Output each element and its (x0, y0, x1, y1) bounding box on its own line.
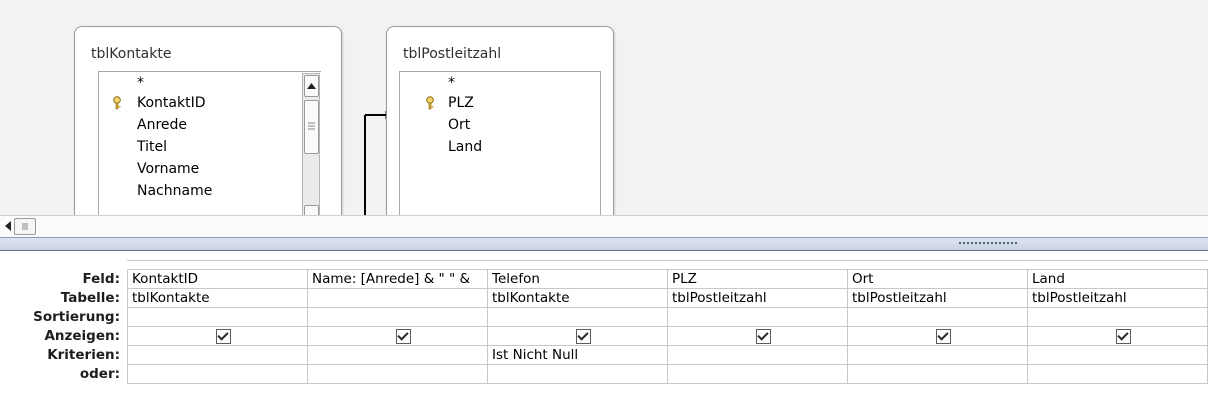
table-row-sortierung (127, 307, 1208, 327)
query-grid-table: KontaktID Name: [Anrede] & " " & Telefon… (127, 269, 1208, 384)
table-design-area: tblKontakte * KontaktID Anrede Titel Vor… (0, 0, 1208, 215)
vertical-scrollbar[interactable] (302, 73, 320, 215)
table-row-kriterien: Ist Nicht Null (127, 345, 1208, 365)
field-label: KontaktID (137, 95, 206, 111)
grid-cell-oder[interactable] (667, 364, 848, 384)
field-label: Land (448, 139, 483, 155)
row-label-kriterien: Kriterien: (47, 347, 120, 363)
grid-cell-anzeigen (307, 326, 488, 346)
field-label: Nachname (137, 183, 213, 199)
grid-cell-oder[interactable] (127, 364, 308, 384)
grid-cell-oder[interactable] (307, 364, 488, 384)
grid-cell-kriterien[interactable] (667, 345, 848, 365)
row-label-feld: Feld: (82, 271, 120, 287)
table-window-tblpostleitzahl[interactable]: tblPostleitzahl * PLZ Ort Land (386, 26, 614, 215)
grid-cell-anzeigen (127, 326, 308, 346)
grid-cell-sortierung[interactable] (1027, 307, 1208, 327)
column-selector-strip[interactable] (127, 260, 1208, 269)
grid-cell-sortierung[interactable] (127, 307, 308, 327)
grid-cell-oder[interactable] (1027, 364, 1208, 384)
arrow-left-icon[interactable] (2, 219, 14, 233)
field-label: * (137, 75, 144, 91)
grid-cell-kriterien[interactable] (127, 345, 308, 365)
grid-cell-sortierung[interactable] (667, 307, 848, 327)
grid-cell-feld[interactable]: Name: [Anrede] & " " & (307, 269, 488, 289)
grid-cell-tabelle[interactable]: tblKontakte (487, 288, 668, 308)
show-checkbox[interactable] (1116, 328, 1131, 344)
grid-cell-kriterien[interactable]: Ist Nicht Null (487, 345, 668, 365)
scroll-thumb[interactable] (304, 100, 319, 154)
table-title: tblKontakte (91, 46, 172, 62)
grid-cell-sortierung[interactable] (847, 307, 1028, 327)
field-list[interactable]: * KontaktID Anrede Titel Vorname Nachnam… (98, 71, 321, 215)
grid-cell-anzeigen (847, 326, 1028, 346)
arrow-down-icon[interactable] (304, 205, 319, 215)
grid-cell-anzeigen (667, 326, 848, 346)
grid-cell-sortierung[interactable] (307, 307, 488, 327)
grid-cell-tabelle[interactable]: tblKontakte (127, 288, 308, 308)
show-checkbox[interactable] (396, 328, 411, 344)
field-label: Vorname (137, 161, 200, 177)
row-label-anzeigen: Anzeigen: (44, 328, 120, 344)
show-checkbox[interactable] (576, 328, 591, 344)
table-row-feld: KontaktID Name: [Anrede] & " " & Telefon… (127, 269, 1208, 289)
show-checkbox[interactable] (216, 328, 231, 344)
row-label-tabelle: Tabelle: (60, 290, 120, 306)
grid-cell-feld[interactable]: KontaktID (127, 269, 308, 289)
row-label-oder: oder: (79, 366, 120, 382)
grid-cell-feld[interactable]: Land (1027, 269, 1208, 289)
query-design-grid: Feld: Tabelle: Sortierung: Anzeigen: Kri… (0, 251, 1208, 412)
grid-cell-tabelle[interactable]: tblPostleitzahl (667, 288, 848, 308)
pane-splitter[interactable] (0, 237, 1208, 252)
table-row-anzeigen (127, 326, 1208, 346)
show-checkbox[interactable] (936, 328, 951, 344)
grid-cell-kriterien[interactable] (307, 345, 488, 365)
table-title: tblPostleitzahl (403, 46, 502, 62)
arrow-up-icon[interactable] (304, 75, 319, 97)
field-label: Titel (137, 139, 168, 155)
grid-cell-tabelle[interactable]: tblPostleitzahl (847, 288, 1028, 308)
key-icon (113, 96, 121, 110)
row-label-sortierung: Sortierung: (33, 309, 120, 325)
grid-cell-anzeigen (487, 326, 668, 346)
grid-cell-tabelle[interactable] (307, 288, 488, 308)
horizontal-scrollbar[interactable] (0, 215, 1208, 238)
table-row-oder (127, 364, 1208, 384)
grid-cell-anzeigen (1027, 326, 1208, 346)
field-label: PLZ (448, 95, 474, 111)
grid-cell-sortierung[interactable] (487, 307, 668, 327)
grid-cell-oder[interactable] (847, 364, 1028, 384)
grid-cell-oder[interactable] (487, 364, 668, 384)
grid-cell-feld[interactable]: Ort (847, 269, 1028, 289)
grid-cell-feld[interactable]: Telefon (487, 269, 668, 289)
grid-cell-kriterien[interactable] (847, 345, 1028, 365)
field-label: Anrede (137, 117, 188, 133)
grid-cell-tabelle[interactable]: tblPostleitzahl (1027, 288, 1208, 308)
table-window-tblkontakte[interactable]: tblKontakte * KontaktID Anrede Titel Vor… (74, 26, 342, 215)
grid-cell-feld[interactable]: PLZ (667, 269, 848, 289)
field-list[interactable]: * PLZ Ort Land (399, 71, 601, 215)
field-label: * (448, 75, 455, 91)
show-checkbox[interactable] (756, 328, 771, 344)
scroll-thumb[interactable] (14, 218, 36, 235)
key-icon (426, 96, 434, 110)
table-row-tabelle: tblKontakte tblKontakte tblPostleitzahl … (127, 288, 1208, 308)
field-label: Ort (448, 117, 471, 133)
splitter-grip-icon[interactable] (958, 241, 1018, 245)
grid-cell-kriterien[interactable] (1027, 345, 1208, 365)
